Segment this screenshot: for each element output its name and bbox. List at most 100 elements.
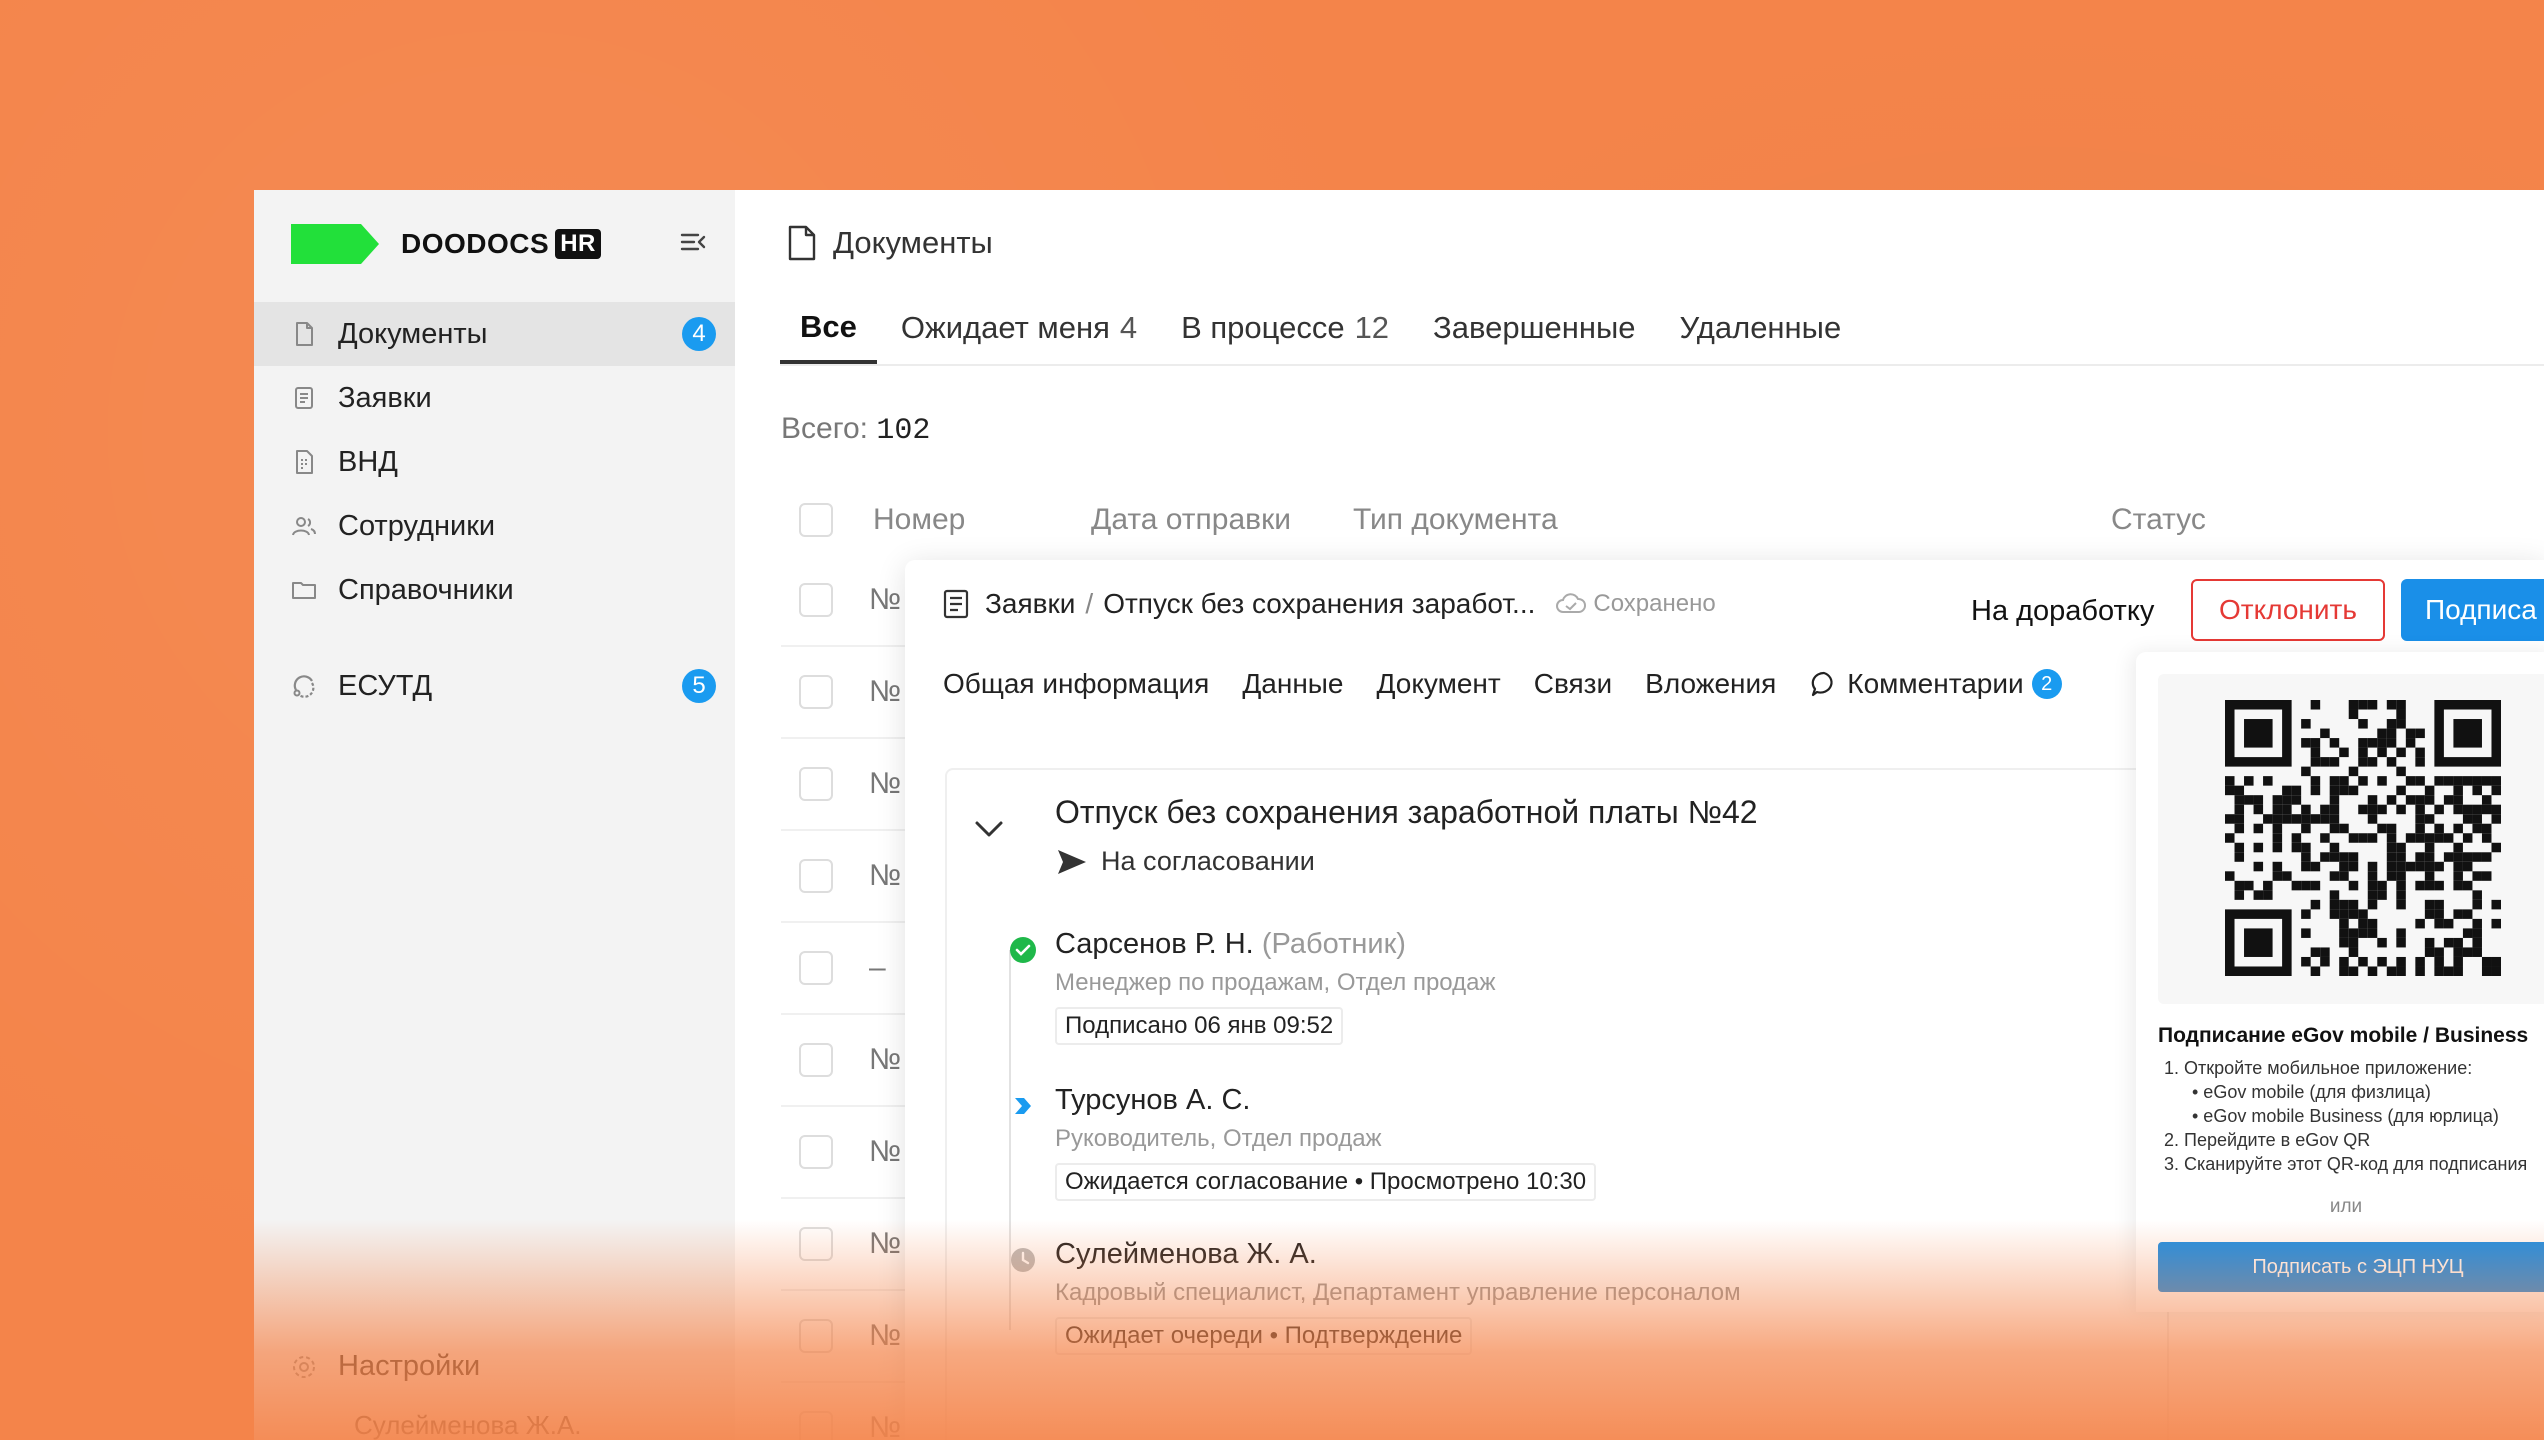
- tab-document[interactable]: Документ: [1377, 668, 1501, 700]
- current-user[interactable]: Сулейменова Ж.А.: [354, 1410, 582, 1440]
- instruction-substep: • eGov mobile (для физлица): [2192, 1082, 2431, 1102]
- sidebar-item-label: Заявки: [338, 381, 432, 414]
- folder-icon: [292, 582, 316, 599]
- tab-completed[interactable]: Завершенные: [1413, 294, 1655, 362]
- esutd-badge: 5: [682, 669, 716, 703]
- page-title-text: Документы: [833, 225, 993, 260]
- document-icon: [296, 322, 313, 346]
- send-for-rework-button[interactable]: На доработку: [1965, 582, 2160, 640]
- column-header-date[interactable]: Дата отправки: [1091, 503, 1291, 537]
- approver-position: Менеджер по продажам, Отдел продаж: [1055, 969, 1496, 996]
- row-checkbox[interactable]: [799, 583, 833, 617]
- row-number: №: [869, 1319, 902, 1352]
- settings-label: Настройки: [338, 1350, 481, 1382]
- approver-name-text: Сарсенов Р. Н.: [1055, 928, 1254, 960]
- document-icon: [788, 225, 816, 261]
- gear-icon: [293, 1355, 315, 1378]
- tab-count: 12: [1354, 310, 1390, 345]
- qr-code-container: [2158, 674, 2544, 1004]
- sidebar-item-directories[interactable]: Справочники: [254, 558, 735, 622]
- signing-instructions: 1. Откройте мобильное приложение: • eGov…: [2164, 1056, 2527, 1176]
- requests-icon: [295, 387, 313, 409]
- step-status-tag: Ожидается согласование • Просмотрено 10:…: [1055, 1163, 1597, 1201]
- sidebar-item-requests[interactable]: Заявки: [254, 366, 735, 430]
- total-label: Всего:: [781, 412, 868, 445]
- documents-badge: 4: [682, 317, 716, 351]
- tab-general-info[interactable]: Общая информация: [943, 668, 1209, 700]
- instruction-substep: • eGov mobile Business (для юрлица): [2192, 1106, 2499, 1126]
- nav-separator: [254, 622, 735, 654]
- select-all-checkbox[interactable]: [799, 503, 833, 537]
- approver-name: Сулейменова Ж. А.: [1055, 1238, 1741, 1271]
- brand-name-text: DOODOCS: [401, 228, 550, 259]
- tab-data[interactable]: Данные: [1242, 668, 1343, 700]
- sidebar-item-documents[interactable]: Документы 4: [254, 302, 735, 366]
- row-number: №: [869, 1135, 902, 1168]
- tab-links[interactable]: Связи: [1534, 668, 1612, 700]
- save-status: Сохранено: [1555, 590, 1716, 618]
- egov-signing-panel: Подписание eGov mobile / Business 1. Отк…: [2136, 652, 2544, 1312]
- sidebar-item-label: ВНД: [338, 445, 398, 478]
- sidebar-item-vnd[interactable]: ВНД: [254, 430, 735, 494]
- table-header: Номер Дата отправки Тип документа Статус: [781, 490, 2544, 550]
- approval-step: Турсунов А. С. Руководитель, Отдел прода…: [1015, 1084, 1597, 1201]
- qr-code-icon: [2225, 700, 2501, 976]
- row-checkbox[interactable]: [799, 859, 833, 893]
- comments-label: Комментарии: [1847, 668, 2024, 699]
- tab-in-progress[interactable]: В процессе 12: [1161, 294, 1409, 362]
- row-checkbox[interactable]: [799, 1411, 833, 1440]
- tab-label: Завершенные: [1433, 310, 1636, 345]
- brand-suffix: HR: [555, 229, 601, 259]
- sidebar-item-settings[interactable]: Настройки: [290, 1350, 480, 1383]
- request-title: Отпуск без сохранения заработной платы №…: [1055, 794, 1758, 830]
- row-checkbox[interactable]: [799, 951, 833, 985]
- breadcrumb-current: Отпуск без сохранения заработ...: [1103, 588, 1536, 619]
- tab-label: Все: [800, 309, 857, 344]
- column-header-type[interactable]: Тип документа: [1353, 503, 1558, 537]
- row-checkbox[interactable]: [799, 1227, 833, 1261]
- instruction-step: 3. Сканируйте этот QR-код для подписания: [2164, 1154, 2528, 1174]
- save-status-text: Сохранено: [1593, 590, 1716, 617]
- instruction-step: 1. Откройте мобильное приложение:: [2164, 1058, 2473, 1078]
- sidebar: DOODOCS HR Документы 4 Заявки ВНД Сотруд…: [254, 190, 735, 1440]
- approver-position: Руководитель, Отдел продаж: [1055, 1125, 1382, 1152]
- collapse-sidebar-icon[interactable]: [678, 226, 710, 258]
- request-status: На согласовании: [1055, 846, 1315, 877]
- row-number: №: [869, 859, 902, 892]
- total-count: Всего: 102: [781, 412, 930, 448]
- tab-all[interactable]: Все: [780, 294, 877, 364]
- sign-with-eds-button[interactable]: Подписать с ЭЦП НУЦ: [2158, 1242, 2544, 1292]
- tab-count: 4: [1119, 310, 1138, 345]
- approval-card: Отпуск без сохранения заработной платы №…: [945, 768, 2169, 1440]
- requests-icon: [943, 589, 969, 619]
- sidebar-item-esutd[interactable]: ЕСУТД 5: [254, 654, 735, 718]
- instruction-step: 2. Перейдите в eGov QR: [2164, 1130, 2371, 1150]
- comments-badge: 2: [2031, 669, 2062, 699]
- breadcrumb-root[interactable]: Заявки: [985, 588, 1075, 620]
- row-checkbox[interactable]: [799, 767, 833, 801]
- reject-button[interactable]: Отклонить: [2191, 579, 2385, 641]
- sidebar-item-employees[interactable]: Сотрудники: [254, 494, 735, 558]
- brand-logo[interactable]: DOODOCS HR: [287, 216, 601, 272]
- column-header-status[interactable]: Статус: [2111, 503, 2206, 537]
- users-icon: [292, 517, 316, 536]
- tab-attachments[interactable]: Вложения: [1645, 668, 1776, 700]
- row-checkbox[interactable]: [799, 675, 833, 709]
- check-circle-icon: [1010, 937, 1036, 963]
- request-status-text: На согласовании: [1101, 846, 1315, 876]
- logo-icon: [291, 224, 379, 264]
- approval-step: Сарсенов Р. Н. (Работник) Менеджер по пр…: [1010, 928, 1496, 1045]
- tab-deleted[interactable]: Удаленные: [1660, 294, 1862, 362]
- tab-awaiting-me[interactable]: Ожидает меня 4: [881, 294, 1157, 362]
- arrow-right-icon: [1015, 1098, 1031, 1114]
- row-checkbox[interactable]: [799, 1319, 833, 1353]
- chevron-down-icon[interactable]: [969, 814, 1009, 844]
- tab-comments[interactable]: Комментарии 2: [1809, 668, 2062, 700]
- approver-name: Сарсенов Р. Н. (Работник): [1055, 928, 1496, 961]
- sign-button[interactable]: Подписа: [2401, 579, 2544, 641]
- column-header-number[interactable]: Номер: [873, 503, 965, 537]
- row-checkbox[interactable]: [799, 1043, 833, 1077]
- approver-role: (Работник): [1261, 928, 1406, 960]
- sidebar-item-label: Справочники: [338, 573, 514, 606]
- row-checkbox[interactable]: [799, 1135, 833, 1169]
